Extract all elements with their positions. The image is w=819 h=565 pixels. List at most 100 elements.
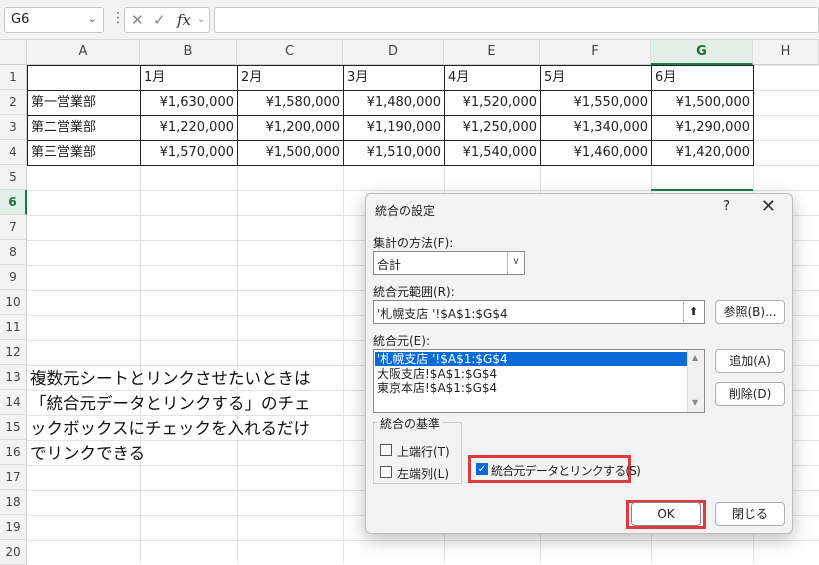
scroll-up-icon[interactable]: ▲ (692, 353, 698, 362)
row-header-9[interactable]: 9 (0, 265, 27, 290)
annotation-line: ックボックスにチェックを入れるだけ (30, 419, 311, 438)
all-references-label: 統合元(E): (373, 334, 430, 348)
close-icon[interactable]: ✕ (761, 196, 776, 217)
row-header-13[interactable]: 13 (0, 365, 27, 390)
cell-e4[interactable]: ¥1,540,000 (445, 140, 540, 165)
collapse-dialog-icon[interactable]: ⬆ (683, 302, 703, 322)
chevron-down-icon[interactable]: ⌄ (88, 12, 97, 25)
cell-f3[interactable]: ¥1,340,000 (541, 115, 651, 140)
reference-input[interactable]: '札幌支店 '!$A$1:$G$4 ⬆ (373, 300, 705, 324)
row-header-12[interactable]: 12 (0, 340, 27, 365)
row-header-7[interactable]: 7 (0, 215, 27, 240)
row-header-11[interactable]: 11 (0, 315, 27, 340)
chevron-down-icon[interactable]: ⌄ (197, 14, 205, 25)
select-all-corner[interactable] (0, 40, 27, 65)
cell-b2[interactable]: ¥1,630,000 (141, 90, 237, 115)
cell-g2[interactable]: ¥1,500,000 (652, 90, 753, 115)
left-column-checkbox[interactable] (380, 466, 392, 478)
cell-g1[interactable]: 6月 (652, 65, 753, 90)
annotation-line: 複数元シートとリンクさせたいときは (30, 369, 311, 388)
row-header-15[interactable]: 15 (0, 415, 27, 440)
function-value: 合計 (377, 258, 402, 272)
annotation-line: でリンクできる (30, 444, 146, 463)
close-button[interactable]: 閉じる (715, 502, 785, 526)
function-select[interactable]: 合計 ∨ (373, 251, 525, 275)
left-column-label: 左端列(L) (397, 467, 450, 481)
delete-button[interactable]: 削除(D) (715, 382, 785, 406)
cell-b3[interactable]: ¥1,220,000 (141, 115, 237, 140)
row-header-3[interactable]: 3 (0, 115, 27, 140)
cell-f1[interactable]: 5月 (541, 65, 651, 90)
scroll-down-icon[interactable]: ▼ (692, 398, 698, 407)
formula-input[interactable] (214, 7, 819, 33)
cell-e2[interactable]: ¥1,520,000 (445, 90, 540, 115)
column-header-a[interactable]: A (27, 40, 140, 65)
column-header-d[interactable]: D (343, 40, 444, 65)
list-item[interactable]: 東京本店!$A$1:$G$4 (375, 381, 687, 395)
cell-a4[interactable]: 第三営業部 (28, 140, 140, 165)
row-header-8[interactable]: 8 (0, 240, 27, 265)
cell-d3[interactable]: ¥1,190,000 (344, 115, 444, 140)
cell-d1[interactable]: 3月 (344, 65, 444, 90)
cell-e3[interactable]: ¥1,250,000 (445, 115, 540, 140)
reference-value: '札幌支店 '!$A$1:$G$4 (377, 307, 508, 321)
cell-e1[interactable]: 4月 (445, 65, 540, 90)
row-header-1[interactable]: 1 (0, 65, 27, 90)
row-header-19[interactable]: 19 (0, 515, 27, 540)
link-source-checkbox[interactable]: ✓ (476, 463, 488, 475)
cancel-icon[interactable]: ✕ (131, 11, 144, 29)
cell-c2[interactable]: ¥1,580,000 (238, 90, 343, 115)
help-button[interactable]: ? (723, 199, 730, 214)
more-options-icon[interactable]: ⋮ (111, 10, 125, 26)
chevron-down-icon[interactable]: ∨ (507, 252, 524, 274)
row-header-10[interactable]: 10 (0, 290, 27, 315)
cell-a3[interactable]: 第二営業部 (28, 115, 140, 140)
cell-g3[interactable]: ¥1,290,000 (652, 115, 753, 140)
row-header-17[interactable]: 17 (0, 465, 27, 490)
cell-b4[interactable]: ¥1,570,000 (141, 140, 237, 165)
cell-c3[interactable]: ¥1,200,000 (238, 115, 343, 140)
annotation-text: 複数元シートとリンクさせたいときは 「統合元データとリンクする」のチェ ックボックス… (30, 366, 370, 466)
column-header-b[interactable]: B (140, 40, 237, 65)
all-references-list[interactable]: '札幌支店 '!$A$1:$G$4 大阪支店!$A$1:$G$4 東京本店!$A… (373, 349, 705, 413)
cell-d4[interactable]: ¥1,510,000 (344, 140, 444, 165)
function-label: 集計の方法(F): (373, 236, 454, 250)
consolidate-dialog: 統合の設定 ? ✕ 集計の方法(F): 合計 ∨ 統合元範囲(R): '札幌支店… (365, 193, 793, 534)
list-item[interactable]: '札幌支店 '!$A$1:$G$4 (375, 352, 687, 366)
cell-f4[interactable]: ¥1,460,000 (541, 140, 651, 165)
column-header-g[interactable]: G (651, 40, 753, 65)
reference-label: 統合元範囲(R): (373, 285, 455, 299)
cell-c4[interactable]: ¥1,500,000 (238, 140, 343, 165)
dialog-title: 統合の設定 (375, 204, 436, 218)
add-button[interactable]: 追加(A) (715, 349, 785, 373)
cell-b1[interactable]: 1月 (141, 65, 237, 90)
link-source-label: 統合元データとリンクする(S) (491, 464, 641, 478)
cell-g4[interactable]: ¥1,420,000 (652, 140, 753, 165)
row-header-18[interactable]: 18 (0, 490, 27, 515)
top-row-checkbox[interactable] (380, 444, 392, 456)
formula-bar: G6 ⌄ ⋮ ✕ ✓ fx ⌄ (0, 0, 819, 40)
column-header-h[interactable]: H (753, 40, 819, 65)
cell-a2[interactable]: 第一営業部 (28, 90, 140, 115)
row-header-4[interactable]: 4 (0, 140, 27, 165)
browse-button[interactable]: 参照(B)... (715, 300, 785, 324)
cell-c1[interactable]: 2月 (238, 65, 343, 90)
cell-f2[interactable]: ¥1,550,000 (541, 90, 651, 115)
column-header-e[interactable]: E (444, 40, 540, 65)
name-box[interactable]: G6 ⌄ (4, 7, 104, 33)
column-header-f[interactable]: F (540, 40, 651, 65)
row-header-16[interactable]: 16 (0, 440, 27, 465)
row-header-5[interactable]: 5 (0, 165, 27, 190)
ok-button[interactable]: OK (631, 502, 701, 526)
insert-function-icon[interactable]: fx (177, 11, 191, 29)
row-header-20[interactable]: 20 (0, 540, 27, 565)
row-header-6[interactable]: 6 (0, 190, 27, 215)
cell-d2[interactable]: ¥1,480,000 (344, 90, 444, 115)
use-labels-title: 統合の基準 (378, 415, 443, 432)
row-header-2[interactable]: 2 (0, 90, 27, 115)
list-item[interactable]: 大阪支店!$A$1:$G$4 (375, 367, 687, 381)
enter-icon[interactable]: ✓ (153, 11, 166, 29)
scrollbar[interactable]: ▲ ▼ (687, 350, 704, 412)
row-header-14[interactable]: 14 (0, 390, 27, 415)
column-header-c[interactable]: C (237, 40, 343, 65)
